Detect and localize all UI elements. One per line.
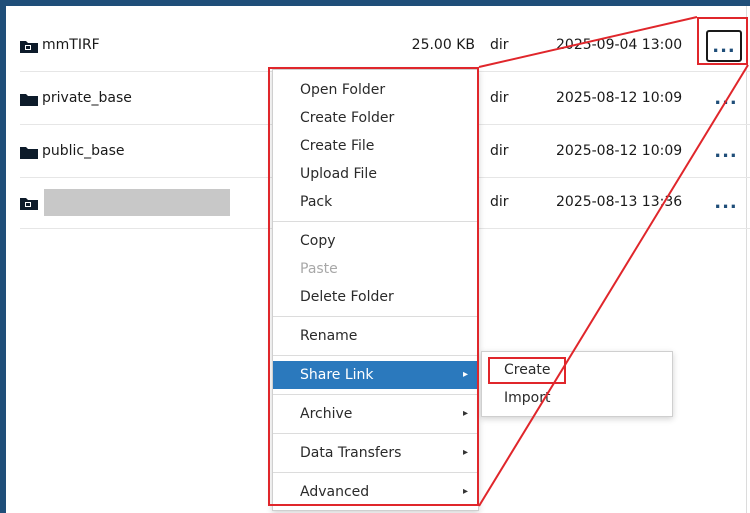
share-link-submenu: Create Import (481, 351, 673, 417)
chevron-right-icon: ▸ (462, 369, 468, 380)
file-type: dir (490, 143, 509, 159)
row-actions-button[interactable]: ... (706, 30, 742, 62)
context-menu: Open Folder Create Folder Create File Up… (272, 69, 479, 511)
menu-item-advanced[interactable]: Advanced ▸ (273, 478, 478, 506)
menu-item-paste: Paste (300, 261, 338, 277)
menu-separator (273, 433, 478, 434)
folder-icon (20, 92, 38, 106)
menu-item-upload-file[interactable]: Upload File (273, 160, 478, 188)
menu-separator (273, 316, 478, 317)
menu-item-archive[interactable]: Archive ▸ (273, 400, 478, 428)
shared-folder-icon (20, 196, 38, 210)
menu-separator (273, 394, 478, 395)
file-name-cell[interactable]: mmTIRF (20, 19, 100, 71)
submenu-item-import[interactable]: Import (482, 384, 672, 412)
menu-item-label: Data Transfers (300, 445, 402, 461)
file-name-cell[interactable] (20, 176, 230, 228)
file-type: dir (490, 37, 509, 53)
file-name-cell[interactable]: public_base (20, 125, 125, 177)
menu-item-label: Archive (300, 406, 353, 422)
file-name-cell[interactable]: private_base (20, 72, 132, 124)
chevron-right-icon: ▸ (462, 486, 468, 497)
file-date: 2025-08-13 13:36 (556, 194, 683, 210)
file-date: 2025-08-12 10:09 (556, 90, 683, 106)
row-actions-button[interactable]: ... (708, 176, 744, 228)
file-size: 25.00 KB (411, 37, 475, 53)
file-type: dir (490, 194, 509, 210)
menu-separator (273, 221, 478, 222)
file-date: 2025-09-04 13:00 (556, 37, 683, 53)
menu-item-share-link[interactable]: Share Link ▸ (273, 361, 478, 389)
submenu-item-create[interactable]: Create (482, 356, 672, 384)
chevron-right-icon: ▸ (462, 408, 468, 419)
row-actions-button[interactable]: ... (708, 125, 744, 177)
menu-item-data-transfers[interactable]: Data Transfers ▸ (273, 439, 478, 467)
file-date: 2025-08-12 10:09 (556, 143, 683, 159)
chevron-right-icon: ▸ (462, 447, 468, 458)
redacted-file-name (44, 188, 230, 216)
file-name[interactable]: private_base (42, 90, 132, 106)
menu-item-open-folder[interactable]: Open Folder (273, 76, 478, 104)
menu-item-pack[interactable]: Pack (273, 188, 478, 216)
file-name[interactable]: public_base (42, 143, 125, 159)
menu-item-rename[interactable]: Rename (273, 322, 478, 350)
menu-item-create-folder[interactable]: Create Folder (273, 104, 478, 132)
menu-item-label: Advanced (300, 484, 370, 500)
menu-item-create-file[interactable]: Create File (273, 132, 478, 160)
file-name[interactable]: mmTIRF (42, 37, 100, 53)
menu-item-label: Share Link (300, 367, 374, 383)
row-actions-button[interactable]: ... (708, 72, 744, 124)
menu-separator (273, 355, 478, 356)
file-type: dir (490, 90, 509, 106)
menu-separator (273, 472, 478, 473)
menu-item-delete-folder[interactable]: Delete Folder (273, 283, 478, 311)
shared-folder-icon (20, 39, 38, 53)
menu-item-copy[interactable]: Copy (273, 227, 478, 255)
table-row[interactable]: mmTIRF 25.00 KB dir 2025-09-04 13:00 ... (20, 19, 750, 72)
folder-icon (20, 145, 38, 159)
